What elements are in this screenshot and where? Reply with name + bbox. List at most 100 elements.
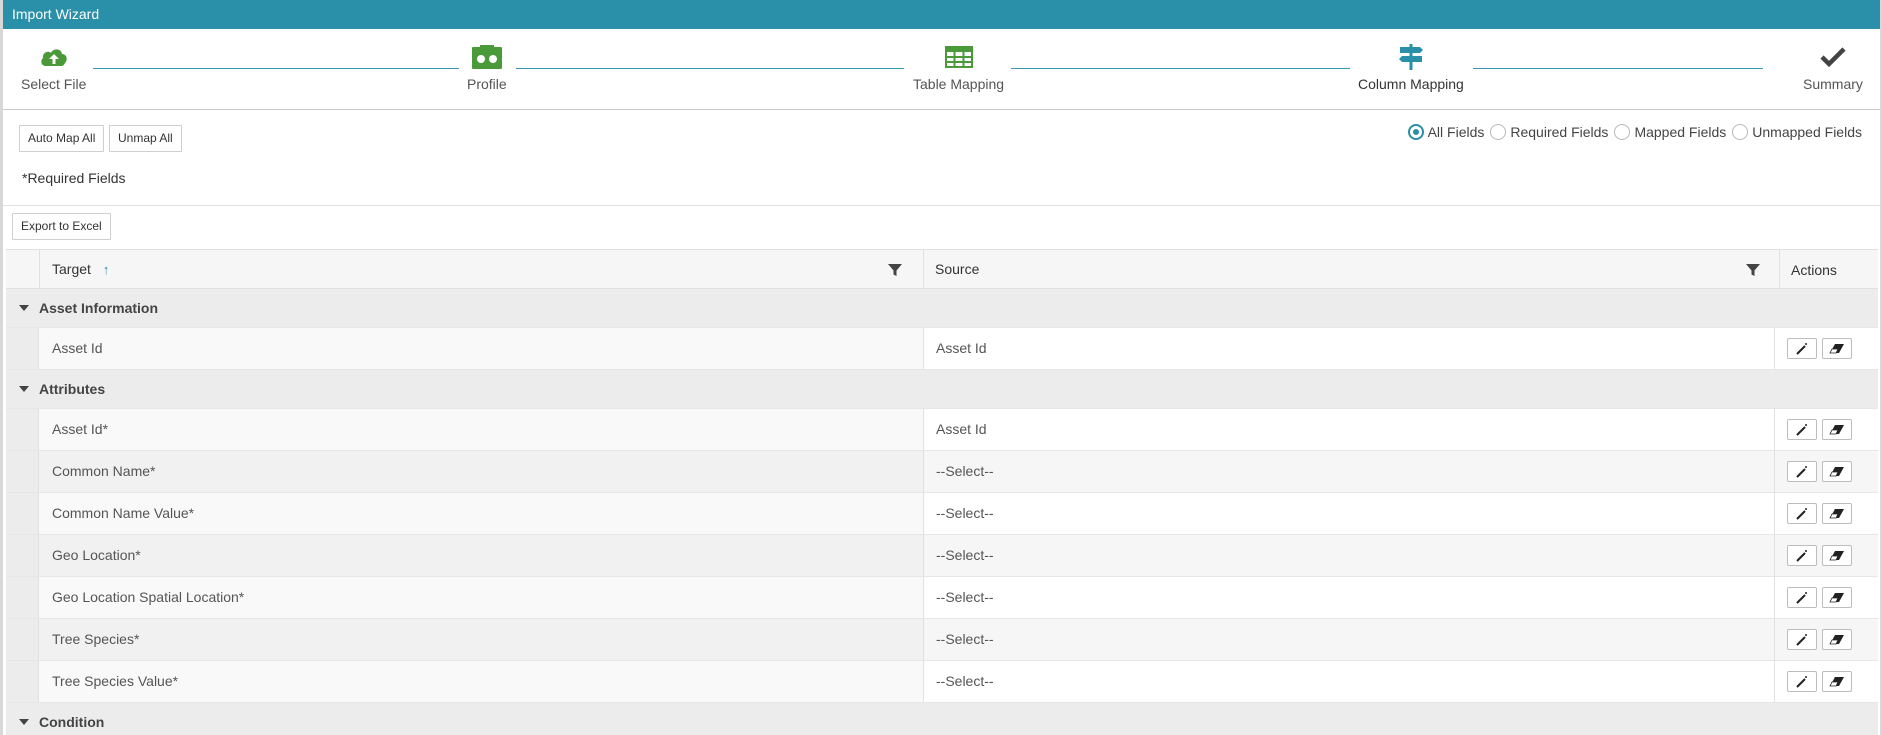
step-select-file[interactable]: Select File — [21, 43, 86, 92]
auto-map-wand-button[interactable] — [1787, 587, 1817, 608]
actions-cell — [1774, 451, 1878, 492]
table-grid-icon — [943, 43, 975, 71]
table-row: Tree Species Value* --Select-- — [6, 661, 1878, 703]
eraser-icon — [1829, 592, 1844, 602]
source-select[interactable]: --Select-- — [923, 661, 1774, 702]
step-connector — [1473, 68, 1763, 69]
filter-all-fields[interactable]: All Fields — [1407, 124, 1484, 140]
target-cell: Asset Id* — [52, 421, 109, 437]
column-header-source[interactable]: Source — [935, 250, 979, 288]
actions-cell — [1774, 493, 1878, 534]
clear-mapping-button[interactable] — [1822, 338, 1852, 359]
magic-wand-icon — [1796, 549, 1807, 562]
source-select[interactable]: --Select-- — [923, 535, 1774, 576]
step-label: Profile — [467, 76, 507, 92]
grid-header: Target ↑ Source Actions — [6, 249, 1878, 289]
actions-cell — [1774, 328, 1878, 369]
radio-button[interactable] — [1732, 124, 1749, 140]
collapse-caret-icon[interactable] — [19, 305, 29, 311]
auto-map-all-button[interactable]: Auto Map All — [19, 125, 105, 152]
field-filter-group: All Fields Required Fields Mapped Fields… — [1402, 124, 1862, 140]
auto-map-wand-button[interactable] — [1787, 545, 1817, 566]
column-header-actions: Actions — [1791, 262, 1837, 278]
required-fields-note: *Required Fields — [22, 170, 126, 186]
magic-wand-icon — [1796, 675, 1807, 688]
auto-map-wand-button[interactable] — [1787, 419, 1817, 440]
wizard-stepper: Select File Profile Table Mapping Column… — [3, 29, 1880, 110]
source-select[interactable]: --Select-- — [923, 451, 1774, 492]
step-summary[interactable]: Summary — [1803, 43, 1863, 92]
signpost-icon — [1395, 43, 1427, 71]
auto-map-wand-button[interactable] — [1787, 503, 1817, 524]
filter-mapped-fields[interactable]: Mapped Fields — [1614, 124, 1726, 140]
step-label: Select File — [21, 76, 87, 92]
actions-cell — [1774, 661, 1878, 702]
step-table-mapping[interactable]: Table Mapping — [913, 43, 1004, 92]
export-to-excel-button[interactable]: Export to Excel — [12, 213, 111, 240]
filter-label: Required Fields — [1510, 124, 1609, 140]
source-select[interactable]: --Select-- — [923, 577, 1774, 618]
magic-wand-icon — [1796, 465, 1807, 478]
step-profile[interactable]: Profile — [467, 43, 507, 92]
clear-mapping-button[interactable] — [1822, 419, 1852, 440]
collapse-caret-icon[interactable] — [19, 386, 29, 392]
step-connector — [1011, 68, 1350, 69]
actions-cell — [1774, 535, 1878, 576]
group-row-attributes[interactable]: Attributes — [6, 370, 1878, 409]
target-cell: Common Name Value* — [52, 505, 195, 521]
group-title: Condition — [39, 714, 105, 730]
auto-map-wand-button[interactable] — [1787, 338, 1817, 359]
radio-button[interactable] — [1490, 124, 1507, 140]
step-connector — [93, 68, 459, 69]
radio-button[interactable] — [1407, 124, 1424, 140]
eraser-icon — [1829, 466, 1844, 476]
clear-mapping-button[interactable] — [1822, 587, 1852, 608]
auto-map-wand-button[interactable] — [1787, 629, 1817, 650]
actions-cell — [1774, 619, 1878, 660]
import-wizard-window: Import Wizard Select File Profile Table … — [0, 0, 1882, 735]
filter-funnel-icon[interactable] — [1746, 263, 1760, 280]
table-row: Geo Location* --Select-- — [6, 535, 1878, 577]
clear-mapping-button[interactable] — [1822, 629, 1852, 650]
table-row: Asset Id Asset Id — [6, 328, 1878, 370]
column-header-target[interactable]: Target ↑ — [52, 250, 109, 288]
table-row: Tree Species* --Select-- — [6, 619, 1878, 661]
sort-ascending-icon: ↑ — [102, 262, 110, 277]
clear-mapping-button[interactable] — [1822, 545, 1852, 566]
section-divider — [3, 205, 1880, 206]
unmap-all-button[interactable]: Unmap All — [109, 125, 182, 152]
clear-mapping-button[interactable] — [1822, 461, 1852, 482]
source-select[interactable]: --Select-- — [923, 493, 1774, 534]
table-row: Asset Id* Asset Id — [6, 409, 1878, 451]
eraser-icon — [1829, 676, 1844, 686]
magic-wand-icon — [1796, 342, 1807, 355]
filter-funnel-icon[interactable] — [888, 263, 902, 280]
magic-wand-icon — [1796, 423, 1807, 436]
checkmark-icon — [1817, 43, 1849, 71]
step-label: Summary — [1803, 76, 1863, 92]
profile-icon — [471, 43, 503, 71]
target-cell: Tree Species* — [52, 631, 140, 647]
clear-mapping-button[interactable] — [1822, 503, 1852, 524]
collapse-caret-icon[interactable] — [19, 719, 29, 725]
auto-map-wand-button[interactable] — [1787, 461, 1817, 482]
source-cell[interactable]: Asset Id — [923, 328, 1774, 369]
group-row-asset-information[interactable]: Asset Information — [6, 289, 1878, 328]
source-select[interactable]: --Select-- — [923, 619, 1774, 660]
filter-required-fields[interactable]: Required Fields — [1490, 124, 1608, 140]
auto-map-wand-button[interactable] — [1787, 671, 1817, 692]
source-cell[interactable]: Asset Id — [923, 409, 1774, 450]
window-title: Import Wizard — [3, 0, 1880, 29]
actions-cell — [1774, 409, 1878, 450]
clear-mapping-button[interactable] — [1822, 671, 1852, 692]
group-title: Attributes — [39, 381, 106, 397]
group-title: Asset Information — [39, 300, 159, 316]
group-row-condition[interactable]: Condition — [6, 703, 1878, 735]
magic-wand-icon — [1796, 591, 1807, 604]
radio-button[interactable] — [1614, 124, 1631, 140]
magic-wand-icon — [1796, 633, 1807, 646]
filter-unmapped-fields[interactable]: Unmapped Fields — [1732, 124, 1862, 140]
table-row: Common Name* --Select-- — [6, 451, 1878, 493]
filter-label: Unmapped Fields — [1752, 124, 1862, 140]
step-column-mapping[interactable]: Column Mapping — [1358, 43, 1464, 92]
